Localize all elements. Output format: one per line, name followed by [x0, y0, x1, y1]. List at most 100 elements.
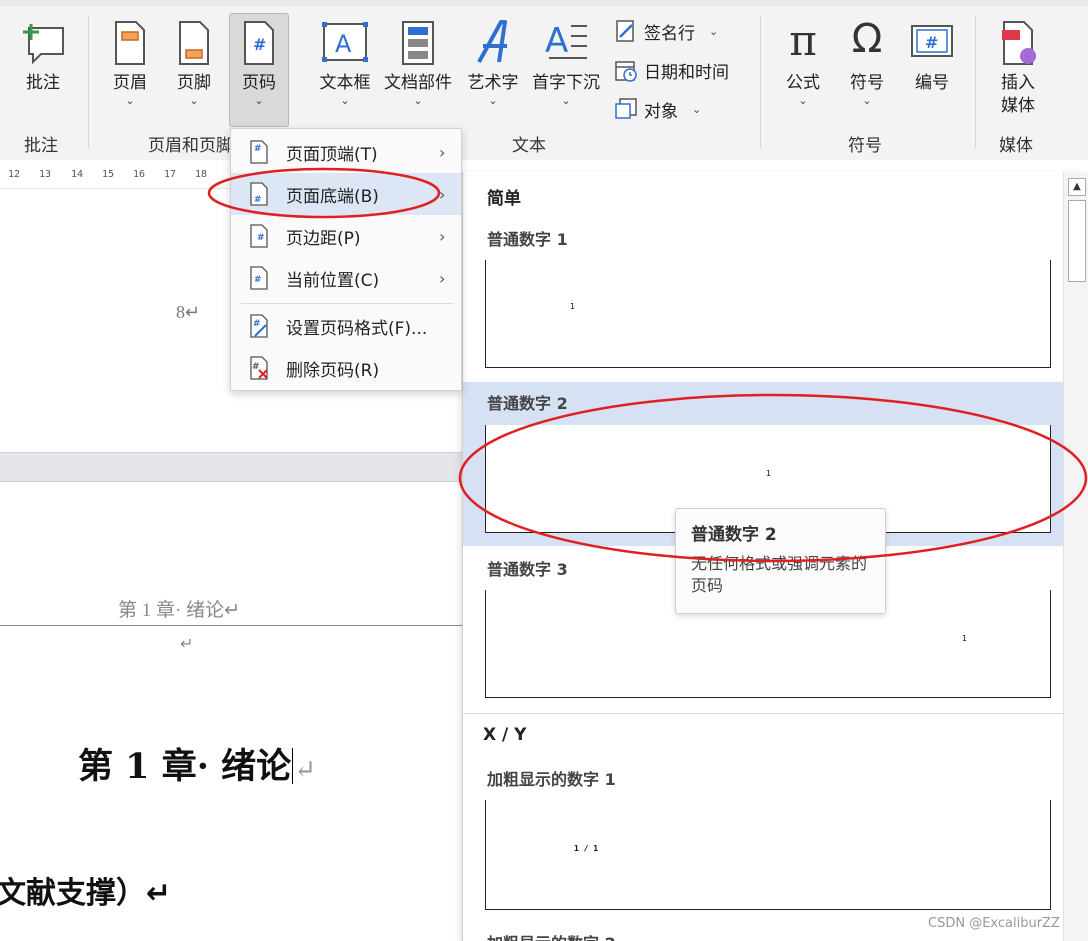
format-page-number-icon: # — [249, 314, 269, 338]
menu-item-page-margin[interactable]: # 页边距(P) › — [231, 215, 461, 257]
quickparts-label: 文档部件 — [384, 73, 452, 93]
signature-icon — [614, 19, 638, 43]
menu-item-format-page-number[interactable]: # 设置页码格式(F)... — [231, 305, 461, 347]
textbox-chevron-down-icon: ⌄ — [340, 94, 350, 107]
signature-chevron-down-icon: ⌄ — [709, 24, 719, 38]
scroll-thumb[interactable] — [1068, 200, 1086, 282]
numbering-label: 编号 — [915, 73, 949, 93]
quickparts-icon — [400, 20, 436, 71]
insert-media-label-1: 插入 — [1001, 73, 1035, 93]
gallery-scrollbar[interactable]: ▲ — [1063, 172, 1088, 941]
ruler-tick: 18 — [195, 169, 208, 180]
pi-icon: π — [789, 16, 817, 65]
group-separator — [88, 16, 89, 148]
menu-item-label: 页边距(P) — [286, 228, 361, 249]
running-header-text: 第 1 章· 绪论↵ — [118, 600, 240, 621]
menu-item-label: 页面顶端(T) — [286, 144, 378, 165]
gallery-section-simple: 简单 — [487, 189, 521, 209]
menu-separator — [241, 303, 453, 304]
svg-text:A: A — [545, 21, 568, 61]
gallery-item-label: 普通数字 1 — [487, 230, 568, 249]
submenu-arrow-icon: › — [439, 184, 446, 204]
annotation-icon — [19, 20, 67, 71]
gallery-item-label: 普通数字 2 — [487, 394, 568, 413]
chapter-heading[interactable]: 第 1 章· 绪论 ↵ — [78, 738, 316, 789]
symbol-chevron-down-icon: ⌄ — [862, 94, 872, 107]
textbox-button[interactable]: A 文本框 ⌄ — [314, 14, 376, 124]
text-cursor — [292, 748, 294, 784]
gallery-section-xy: X / Y — [483, 725, 527, 745]
header-chevron-down-icon: ⌄ — [125, 94, 135, 107]
dropcap-chevron-down-icon: ⌄ — [561, 94, 571, 107]
footer-button[interactable]: 页脚 ⌄ — [164, 14, 224, 124]
svg-text:#: # — [925, 33, 938, 52]
ribbon: 批注 页眉 ⌄ 页脚 ⌄ # 页码 ⌄ A 文本框 ⌄ 文档部件 ⌄ 艺术字 ⌄… — [0, 0, 1088, 160]
page-margin-number-icon: # — [249, 224, 269, 248]
signature-line-button[interactable]: 签名行 ⌄ — [614, 16, 718, 46]
footer-label: 页脚 — [177, 73, 211, 93]
menu-item-label: 当前位置(C) — [286, 270, 380, 291]
group-label-symbols: 符号 — [848, 136, 882, 156]
datetime-button[interactable]: 日期和时间 — [614, 55, 729, 85]
ribbon-top-strip — [0, 0, 1088, 6]
wordart-button[interactable]: 艺术字 ⌄ — [462, 14, 524, 124]
menu-item-current-position[interactable]: # 当前位置(C) › — [231, 257, 461, 299]
media-icon — [998, 20, 1038, 71]
svg-text:#: # — [252, 362, 260, 372]
menu-item-remove-page-number[interactable]: # 删除页码(R) — [231, 347, 461, 389]
equation-button[interactable]: π 公式 ⌄ — [774, 14, 832, 124]
gallery-tooltip: 普通数字 2 无任何格式或强调元素的页码 — [675, 508, 886, 614]
header-label: 页眉 — [113, 73, 147, 93]
page-number-menu: # 页面顶端(T) › # 页面底端(B) › # 页边距(P) › # 当前位… — [230, 128, 462, 391]
scroll-up-arrow-icon[interactable]: ▲ — [1068, 178, 1086, 196]
menu-item-page-bottom[interactable]: # 页面底端(B) › — [231, 173, 461, 215]
group-separator — [975, 16, 976, 148]
annotation-label: 批注 — [26, 73, 60, 93]
numbering-icon: # — [910, 24, 954, 63]
thumb-page-number: 1 / 1 — [574, 844, 599, 853]
numbering-button[interactable]: # 编号 — [902, 14, 962, 124]
header-button[interactable]: 页眉 ⌄ — [100, 14, 160, 124]
group-separator — [760, 16, 761, 148]
page-bottom-number-icon: # — [249, 182, 269, 206]
group-label-media: 媒体 — [999, 136, 1033, 156]
insert-media-button[interactable]: 插入 媒体 — [988, 14, 1048, 124]
group-label-text: 文本 — [512, 136, 546, 156]
symbol-button[interactable]: Ω 符号 ⌄ — [838, 14, 896, 124]
svg-text:#: # — [254, 144, 262, 154]
annotation-button[interactable]: 批注 — [12, 14, 74, 124]
quickparts-chevron-down-icon: ⌄ — [413, 94, 423, 107]
ruler-tick: 13 — [39, 169, 52, 180]
object-label: 对象 — [644, 101, 678, 122]
page-break-gap — [0, 452, 462, 482]
partial-body-line: 文献支撑）↵ — [0, 876, 172, 911]
gallery-item-label: 加粗显示的数字 1 — [487, 770, 616, 789]
footer-chevron-down-icon: ⌄ — [189, 94, 199, 107]
submenu-arrow-icon: › — [439, 142, 446, 162]
page-number-button[interactable]: # 页码 ⌄ — [229, 13, 289, 127]
menu-item-page-top[interactable]: # 页面顶端(T) › — [231, 131, 461, 173]
dropcap-button[interactable]: A 首字下沉 ⌄ — [528, 14, 604, 124]
gallery-item-label: 加粗显示的数字 2 — [487, 930, 616, 941]
wordart-label: 艺术字 — [467, 73, 519, 93]
thumb-page-number: 1 — [570, 302, 575, 311]
wordart-chevron-down-icon: ⌄ — [488, 94, 498, 107]
datetime-label: 日期和时间 — [644, 62, 729, 83]
submenu-arrow-icon: › — [439, 268, 446, 288]
svg-text:#: # — [257, 233, 265, 243]
current-position-number-icon: # — [249, 266, 269, 290]
thumb-page-number: 1 — [766, 469, 771, 478]
signature-label: 签名行 — [644, 23, 695, 44]
svg-text:#: # — [253, 35, 266, 54]
gallery-item-bold-number-1[interactable]: 1 / 1 — [485, 800, 1051, 910]
ruler-tick: 15 — [102, 169, 115, 180]
dropcap-label: 首字下沉 — [532, 73, 600, 93]
quickparts-button[interactable]: 文档部件 ⌄ — [382, 14, 454, 124]
group-label-annotation: 批注 — [24, 136, 58, 156]
object-button[interactable]: 对象 ⌄ — [614, 94, 701, 124]
gallery-item-label: 普通数字 3 — [487, 560, 568, 579]
header-icon — [112, 20, 148, 71]
equation-chevron-down-icon: ⌄ — [798, 94, 808, 107]
ruler-tick: 12 — [8, 169, 21, 180]
gallery-item-plain-number-1[interactable]: 1 — [485, 260, 1051, 368]
